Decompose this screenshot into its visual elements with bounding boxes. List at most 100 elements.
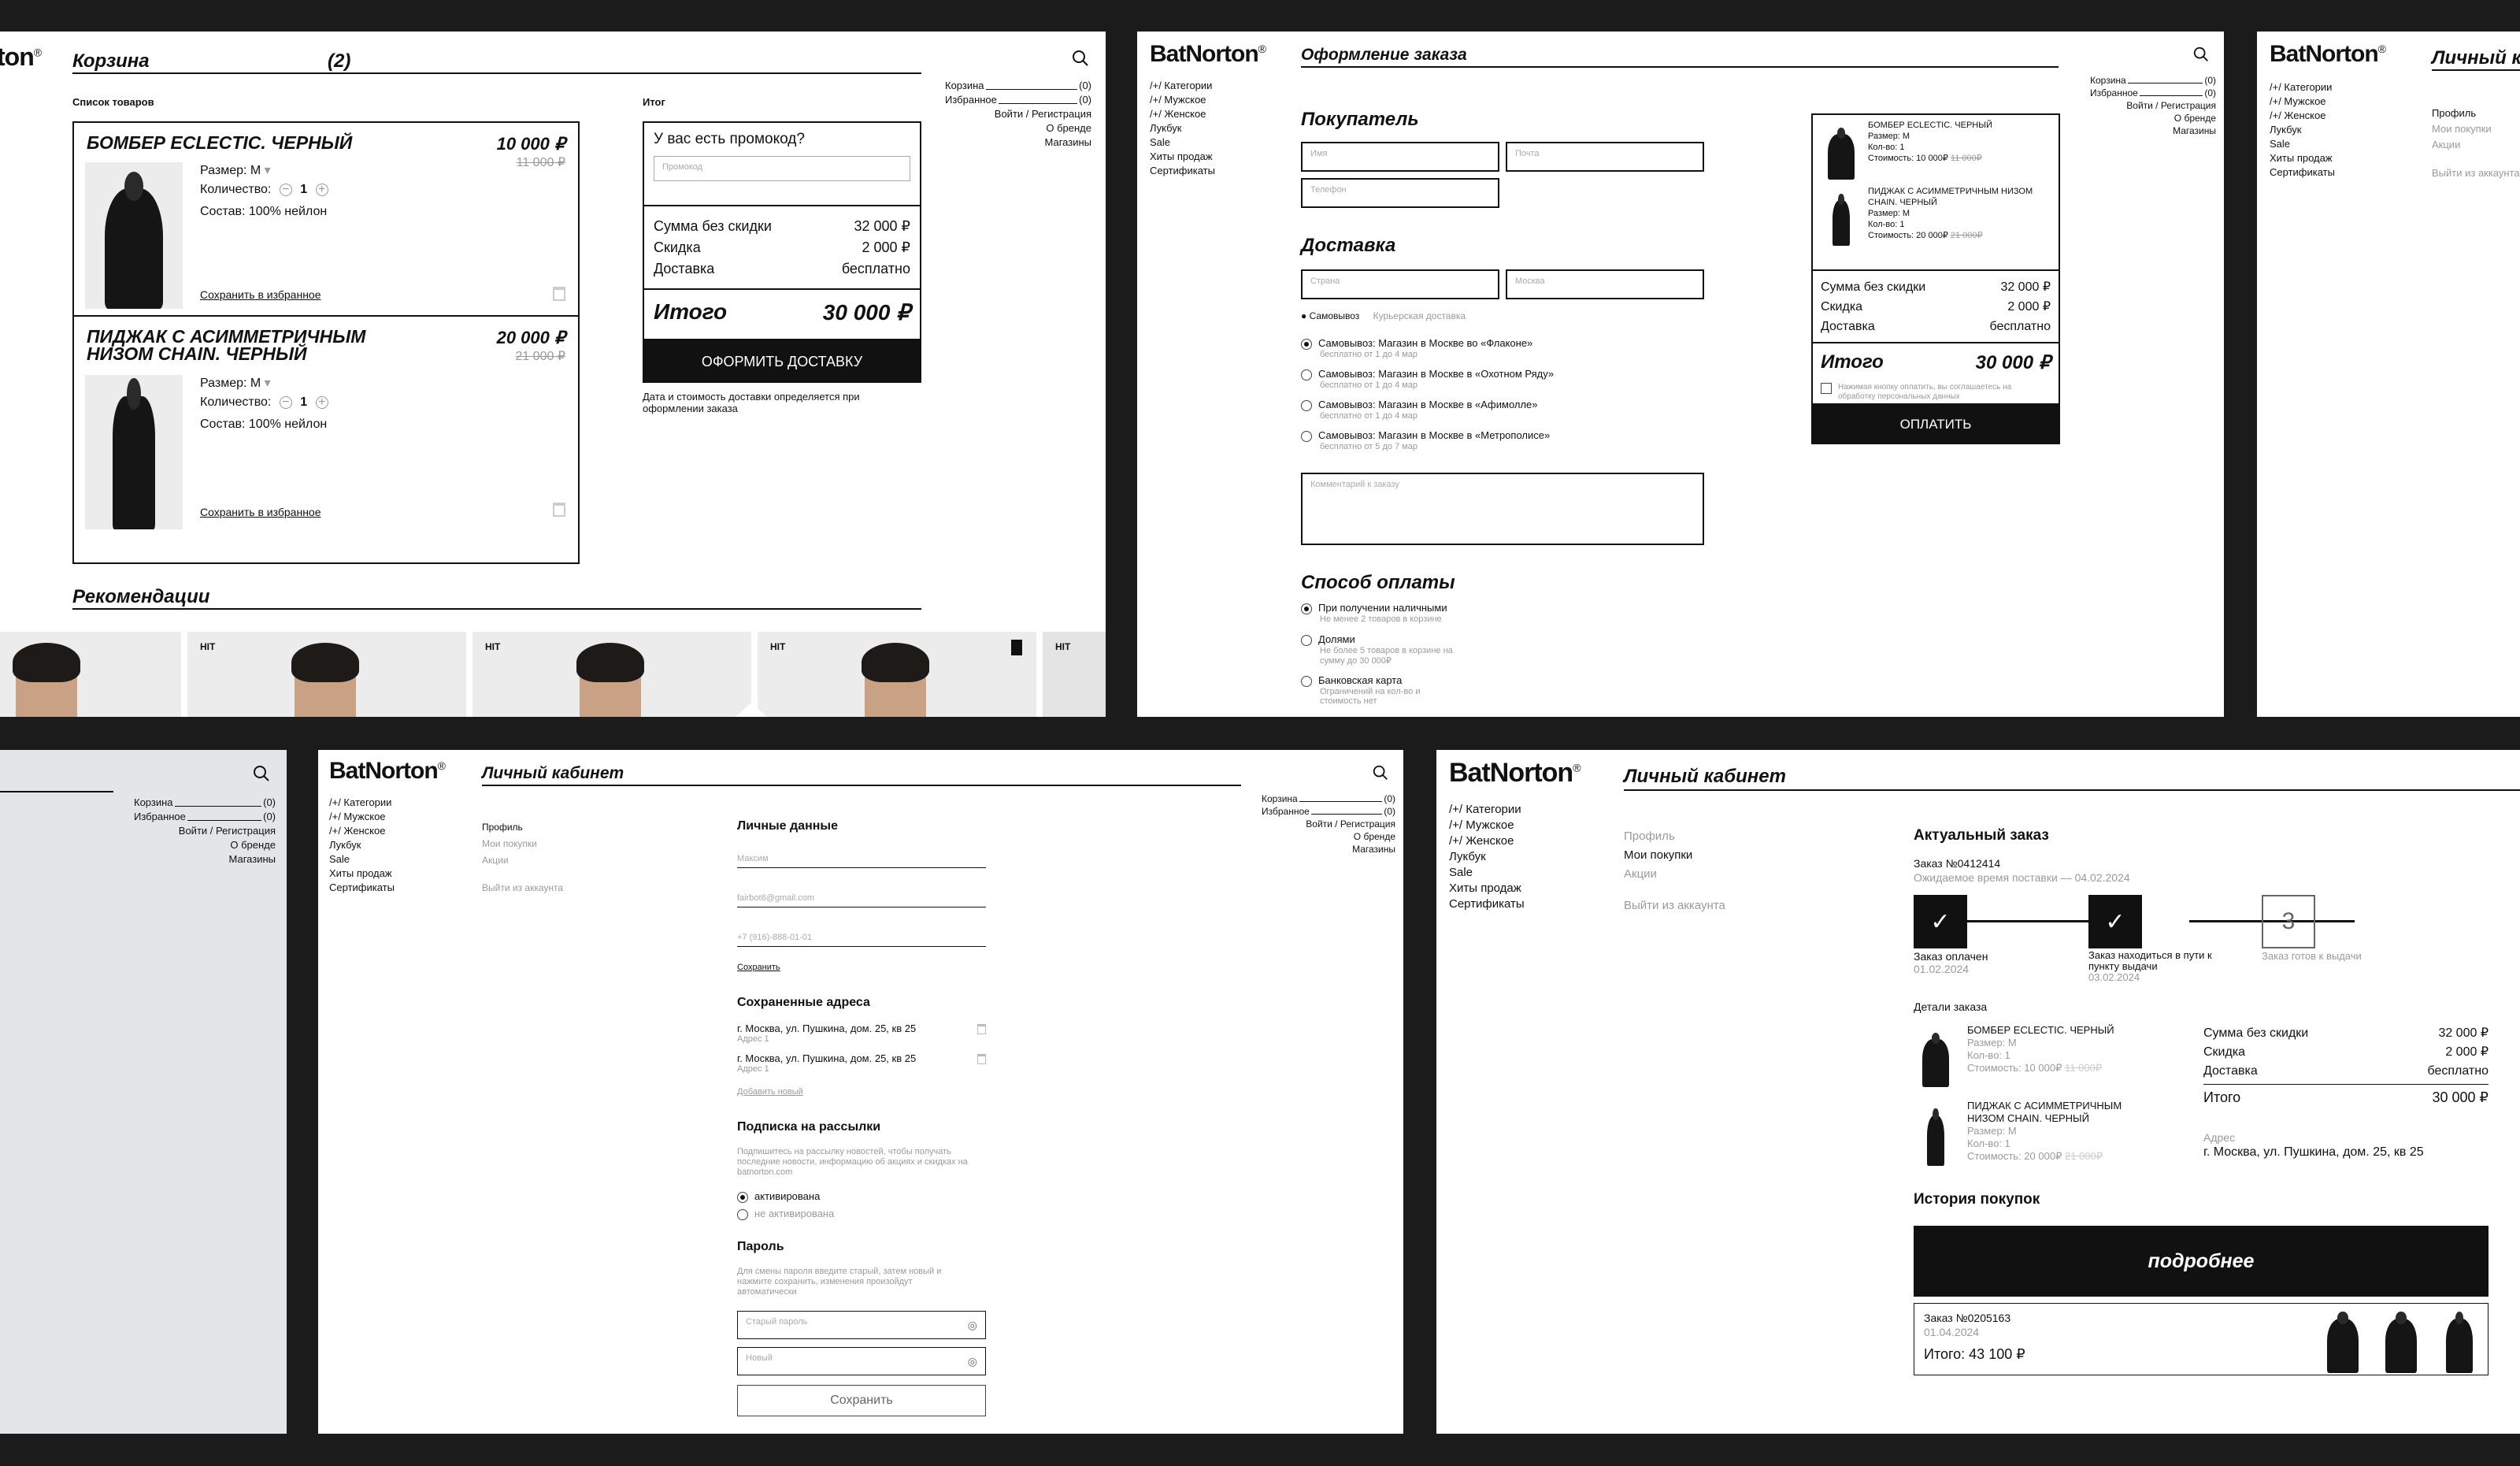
pickup-option[interactable]: Самовывоз: Магазин в Москве в «Метрополи…: [1301, 429, 1554, 460]
eye-icon[interactable]: ◎: [968, 1355, 977, 1368]
nav-women[interactable]: /+/ Женское: [2270, 109, 2335, 123]
promo-input[interactable]: Промокод: [654, 156, 910, 181]
nav-lookbook[interactable]: Лукбук: [1449, 849, 1525, 865]
nav-categories[interactable]: /+/ Категории: [329, 796, 395, 810]
nav-stores[interactable]: Магазины: [134, 852, 276, 867]
nav-login[interactable]: Войти / Регистрация: [134, 824, 276, 838]
minus-icon[interactable]: −: [279, 396, 292, 409]
menu-logout[interactable]: Выйти из аккаунта: [482, 880, 563, 896]
country-input[interactable]: Страна: [1301, 269, 1499, 299]
pickup-option[interactable]: Самовывоз: Магазин в Москве в «Афимолле»…: [1301, 399, 1554, 429]
nav-categories[interactable]: /+/ Категории: [1449, 802, 1525, 818]
nav-about[interactable]: О бренде: [1262, 830, 1395, 843]
save-link[interactable]: Сохранить: [737, 963, 780, 972]
nav-sale[interactable]: Sale: [329, 852, 395, 867]
menu-purchases[interactable]: Мои покупки: [1624, 846, 1725, 865]
menu-profile[interactable]: Профиль: [482, 819, 563, 836]
nav-men[interactable]: /+/ Мужское: [1449, 818, 1525, 833]
menu-purchases[interactable]: Мои покупки: [2432, 121, 2520, 137]
nav-sale[interactable]: Sale: [1449, 865, 1525, 881]
brand-logo[interactable]: BatNorton®: [1150, 41, 1266, 68]
radio[interactable]: [1301, 603, 1312, 614]
consent-checkbox[interactable]: [1821, 383, 1832, 394]
menu-logout[interactable]: Выйти из аккаунта: [1624, 896, 1725, 915]
radio[interactable]: [1301, 369, 1312, 380]
add-address-link[interactable]: Добавить новый: [737, 1087, 803, 1097]
radio[interactable]: [1301, 338, 1312, 350]
reco-card[interactable]: HIT: [187, 632, 466, 717]
nav-bestsellers[interactable]: Хиты продаж: [2270, 151, 2335, 165]
reco-card[interactable]: HIT: [1043, 632, 1106, 717]
tab-courier[interactable]: Курьерская доставка: [1373, 310, 1466, 321]
nav-login[interactable]: Войти / Регистрация: [1262, 818, 1395, 830]
comment-textarea[interactable]: Комментарий к заказу: [1301, 473, 1704, 545]
chevron-up-icon[interactable]: [736, 703, 767, 717]
nav-certificates[interactable]: Сертификаты: [1150, 164, 1215, 178]
radio[interactable]: [737, 1191, 748, 1203]
nav-women[interactable]: /+/ Женское: [1449, 833, 1525, 849]
nav-stores[interactable]: Магазины: [2090, 124, 2216, 137]
brand-logo[interactable]: BatNorton®: [2270, 41, 2386, 68]
nav-lookbook[interactable]: Лукбук: [2270, 123, 2335, 137]
radio[interactable]: [737, 1208, 748, 1220]
nav-men[interactable]: /+/ Мужское: [1150, 93, 1215, 107]
name-field[interactable]: Максим: [737, 854, 986, 868]
nav-stores[interactable]: Магазины: [945, 135, 1092, 150]
phone-input[interactable]: Телефон: [1301, 178, 1499, 208]
payment-option[interactable]: Долями Не более 5 товаров в корзине на су…: [1301, 633, 1462, 674]
nav-bestsellers[interactable]: Хиты продаж: [1150, 150, 1215, 164]
reco-card[interactable]: HIT: [758, 632, 1036, 717]
nav-cart[interactable]: Корзина (0): [1262, 792, 1395, 805]
nav-about[interactable]: О бренде: [2090, 112, 2216, 124]
nav-certificates[interactable]: Сертификаты: [1449, 896, 1525, 912]
trash-icon[interactable]: [553, 503, 565, 517]
reco-card[interactable]: [0, 632, 181, 717]
nav-bestsellers[interactable]: Хиты продаж: [1449, 881, 1525, 896]
menu-promos[interactable]: Акции: [482, 852, 563, 869]
menu-profile[interactable]: Профиль: [1624, 827, 1725, 846]
nav-login[interactable]: Войти / Регистрация: [945, 107, 1091, 121]
search-icon[interactable]: [1071, 49, 1090, 72]
checkout-button[interactable]: ОФОРМИТЬ ДОСТАВКУ: [643, 340, 921, 383]
nav-sale[interactable]: Sale: [2270, 137, 2335, 151]
payment-option[interactable]: Банковская карта Ограничений на кол-во и …: [1301, 674, 1462, 706]
brand-logo[interactable]: BatNorton®: [329, 758, 446, 785]
reco-card[interactable]: HIT: [472, 632, 751, 717]
new-password-input[interactable]: Новый ◎: [737, 1347, 986, 1375]
pickup-option[interactable]: Самовывоз: Магазин в Москве во «Флаконе»…: [1301, 337, 1554, 368]
brand-logo[interactable]: ton®: [0, 43, 42, 72]
nav-cart[interactable]: Корзина (0): [945, 79, 1091, 93]
radio[interactable]: [1301, 430, 1312, 442]
nav-women[interactable]: /+/ Женское: [329, 824, 395, 838]
nav-certificates[interactable]: Сертификаты: [2270, 165, 2335, 180]
nav-favorites[interactable]: Избранное (0): [2090, 87, 2216, 99]
radio[interactable]: [1301, 675, 1312, 687]
plus-icon[interactable]: +: [315, 184, 328, 196]
radio[interactable]: [1301, 634, 1312, 646]
nav-stores[interactable]: Магазины: [1262, 843, 1395, 855]
nav-men[interactable]: /+/ Мужское: [329, 810, 395, 824]
save-favorite-link[interactable]: Сохранить в избранное: [200, 288, 321, 301]
menu-logout[interactable]: Выйти из аккаунта: [2432, 165, 2520, 181]
save-password-button[interactable]: Сохранить: [737, 1385, 986, 1416]
nav-favorites[interactable]: Избранное (0): [134, 810, 276, 824]
search-icon[interactable]: [252, 764, 271, 787]
nav-about[interactable]: О бренде: [945, 121, 1091, 135]
city-input[interactable]: Москва: [1506, 269, 1704, 299]
past-order-card[interactable]: Заказ №0205163 01.04.2024 Итого: 43 100 …: [1914, 1303, 2488, 1375]
nav-categories[interactable]: /+/ Категории: [1150, 79, 1215, 93]
nav-favorites[interactable]: Избранное (0): [1262, 805, 1395, 818]
radio[interactable]: [1301, 399, 1312, 411]
nav-sale[interactable]: Sale: [1150, 135, 1215, 150]
phone-field[interactable]: +7 (916)-888-01-01: [737, 933, 986, 947]
email-field[interactable]: fairbot6@gmail.com: [737, 893, 986, 907]
tab-pickup[interactable]: ● Самовывоз: [1301, 310, 1359, 321]
minus-icon[interactable]: −: [279, 184, 292, 196]
nav-cart[interactable]: Корзина (0): [134, 796, 276, 810]
old-password-input[interactable]: Старый пароль ◎: [737, 1311, 986, 1339]
save-favorite-link[interactable]: Сохранить в избранное: [200, 506, 321, 518]
sub-on-option[interactable]: активирована: [737, 1188, 834, 1205]
item-size[interactable]: Размер: M ▾: [200, 162, 271, 178]
trash-icon[interactable]: [977, 1054, 986, 1064]
plus-icon[interactable]: +: [315, 396, 328, 409]
